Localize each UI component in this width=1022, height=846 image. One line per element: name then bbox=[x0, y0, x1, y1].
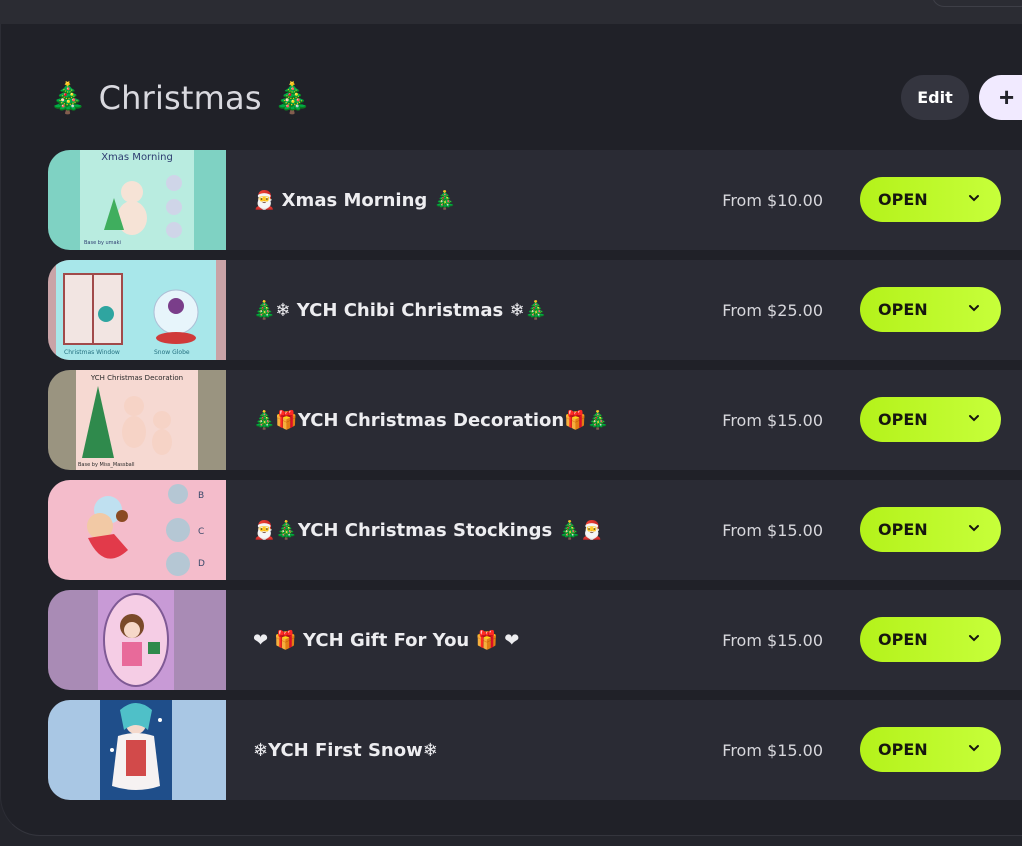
thumbnail-footer: Base by umaki bbox=[84, 240, 121, 246]
thumbnail-label: C bbox=[198, 527, 204, 537]
item-price: From $15.00 bbox=[722, 740, 823, 760]
open-button-label: OPEN bbox=[878, 630, 928, 649]
list-item[interactable]: YCH Christmas Decoration Base by Miss_Ma… bbox=[48, 370, 1022, 470]
open-button-label: OPEN bbox=[878, 520, 928, 539]
open-dropdown-button[interactable]: OPEN bbox=[860, 177, 1001, 222]
item-title[interactable]: 🎄❄ YCH Chibi Christmas ❄🎄 bbox=[253, 260, 547, 360]
open-button-label: OPEN bbox=[878, 740, 928, 759]
item-price: From $15.00 bbox=[722, 410, 823, 430]
chevron-down-icon bbox=[969, 745, 979, 752]
open-dropdown-button[interactable]: OPEN bbox=[860, 727, 1001, 772]
thumbnail-footer: Base by Miss_Massball bbox=[78, 462, 135, 468]
edit-button[interactable]: Edit bbox=[901, 75, 969, 120]
item-price: From $15.00 bbox=[722, 630, 823, 650]
item-thumbnail[interactable] bbox=[48, 590, 226, 690]
add-button[interactable]: + bbox=[979, 75, 1022, 120]
item-price: From $15.00 bbox=[722, 520, 823, 540]
tree-icon-left: 🎄 bbox=[49, 80, 87, 116]
list-item[interactable]: Christmas Window Snow Globe 🎄❄ YCH Chibi… bbox=[48, 260, 1022, 360]
item-title[interactable]: 🎅 Xmas Morning 🎄 bbox=[253, 150, 456, 250]
collection-panel: 🎄 Christmas 🎄 Edit + Xmas Morning Base b… bbox=[0, 24, 1022, 836]
thumbnail-caption: YCH Christmas Decoration bbox=[90, 374, 183, 382]
list-item[interactable]: ❄YCH First Snow❄ From $15.00 OPEN bbox=[48, 700, 1022, 800]
section-title-text: Christmas bbox=[98, 79, 262, 117]
list-item[interactable]: ❤ 🎁 YCH Gift For You 🎁 ❤ From $15.00 OPE… bbox=[48, 590, 1022, 690]
thumbnail-caption-left: Christmas Window bbox=[64, 349, 120, 356]
open-button-label: OPEN bbox=[878, 410, 928, 429]
chevron-down-icon bbox=[969, 195, 979, 202]
open-dropdown-button[interactable]: OPEN bbox=[860, 397, 1001, 442]
item-title[interactable]: 🎄🎁YCH Christmas Decoration🎁🎄 bbox=[253, 370, 609, 470]
chevron-down-icon bbox=[969, 525, 979, 532]
commission-list: Xmas Morning Base by umaki 🎅 Xmas Mornin… bbox=[48, 150, 1022, 810]
tree-icon-right: 🎄 bbox=[273, 80, 312, 116]
top-search-pill[interactable] bbox=[932, 0, 1022, 7]
open-dropdown-button[interactable]: OPEN bbox=[860, 617, 1001, 662]
open-dropdown-button[interactable]: OPEN bbox=[860, 287, 1001, 332]
top-bar bbox=[0, 0, 1022, 24]
item-thumbnail[interactable]: YCH Christmas Decoration Base by Miss_Ma… bbox=[48, 370, 226, 470]
open-button-label: OPEN bbox=[878, 300, 928, 319]
item-thumbnail[interactable]: B C D bbox=[48, 480, 226, 580]
chevron-down-icon bbox=[969, 415, 979, 422]
list-item[interactable]: Xmas Morning Base by umaki 🎅 Xmas Mornin… bbox=[48, 150, 1022, 250]
chevron-down-icon bbox=[969, 635, 979, 642]
item-title[interactable]: ❤ 🎁 YCH Gift For You 🎁 ❤ bbox=[253, 590, 519, 690]
chevron-down-icon bbox=[969, 305, 979, 312]
thumbnail-caption: Xmas Morning bbox=[101, 152, 173, 163]
section-title: 🎄 Christmas 🎄 bbox=[49, 76, 311, 120]
item-title[interactable]: ❄YCH First Snow❄ bbox=[253, 700, 438, 800]
open-dropdown-button[interactable]: OPEN bbox=[860, 507, 1001, 552]
item-price: From $25.00 bbox=[722, 300, 823, 320]
thumbnail-label: D bbox=[198, 559, 205, 569]
list-item[interactable]: B C D 🎅🎄YCH Christmas Stockings 🎄🎅 From … bbox=[48, 480, 1022, 580]
open-button-label: OPEN bbox=[878, 190, 928, 209]
item-thumbnail[interactable]: Xmas Morning Base by umaki bbox=[48, 150, 226, 250]
thumbnail-label: B bbox=[198, 491, 204, 501]
item-thumbnail[interactable]: Christmas Window Snow Globe bbox=[48, 260, 226, 360]
item-title[interactable]: 🎅🎄YCH Christmas Stockings 🎄🎅 bbox=[253, 480, 603, 580]
item-price: From $10.00 bbox=[722, 190, 823, 210]
item-thumbnail[interactable] bbox=[48, 700, 226, 800]
thumbnail-caption-right: Snow Globe bbox=[154, 349, 190, 356]
